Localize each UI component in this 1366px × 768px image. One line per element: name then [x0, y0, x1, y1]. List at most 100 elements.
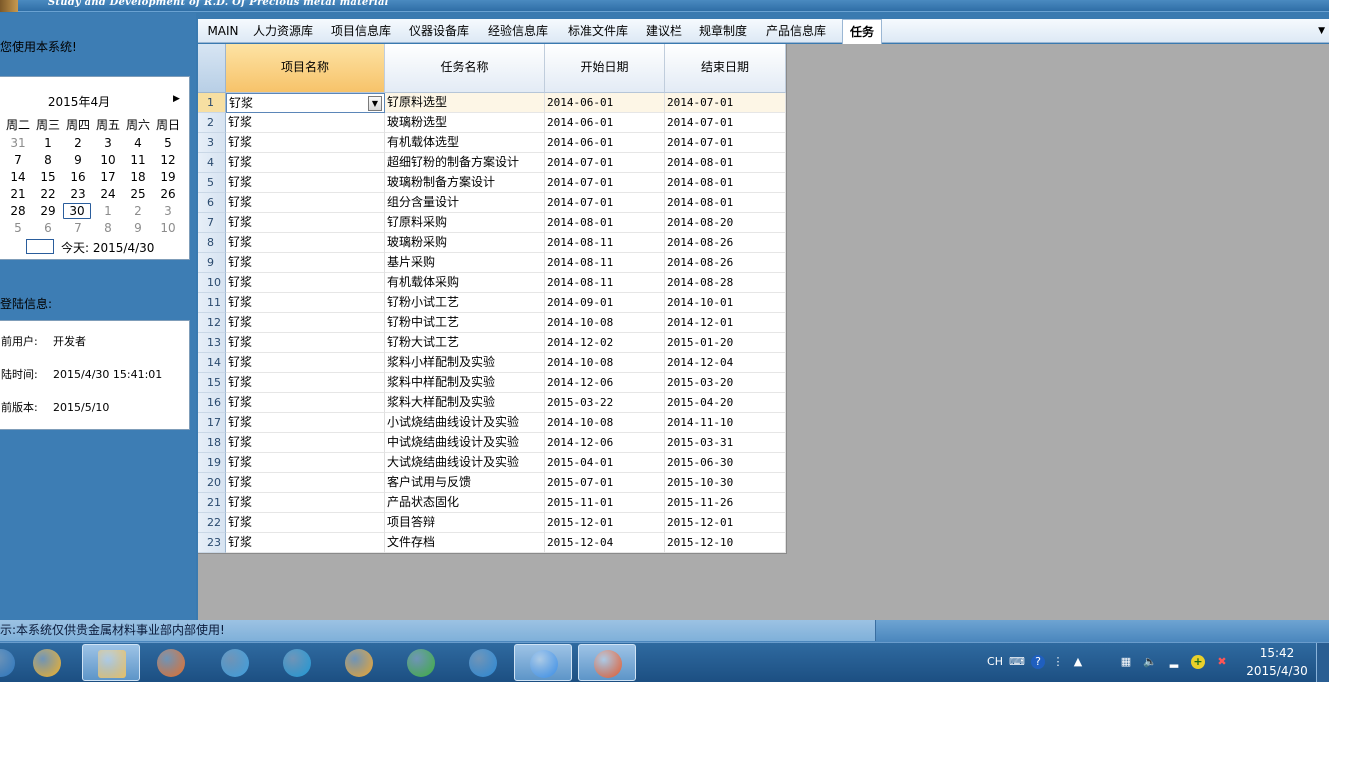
table-cell[interactable]: 2014-08-01 — [665, 153, 786, 173]
table-cell[interactable]: 2014-07-01 — [545, 193, 665, 213]
table-cell[interactable]: 2015-12-04 — [545, 533, 665, 553]
table-cell[interactable]: 浆料中样配制及实验 — [385, 373, 545, 393]
table-row[interactable]: 11 钌浆 钌粉小试工艺 2014-09-01 2014-10-01 — [198, 293, 786, 313]
column-header[interactable]: 项目名称 — [226, 44, 385, 93]
calendar-day[interactable]: 10 — [93, 152, 123, 169]
table-cell[interactable]: 产品状态固化 — [385, 493, 545, 513]
table-row[interactable]: 16 钌浆 浆料大样配制及实验 2015-03-22 2015-04-20 — [198, 393, 786, 413]
table-cell[interactable]: 钌浆 ▼ — [226, 93, 385, 113]
table-cell[interactable]: 2015-12-01 — [665, 513, 786, 533]
table-cell[interactable]: 2015-04-20 — [665, 393, 786, 413]
signal-icon[interactable]: ▂ — [1167, 655, 1181, 669]
dropdown-arrow-icon[interactable]: ▼ — [368, 96, 382, 111]
table-cell[interactable]: 2015-03-31 — [665, 433, 786, 453]
table-cell[interactable]: 钌浆 — [226, 473, 385, 493]
calendar-day[interactable]: 30 — [63, 203, 91, 219]
calendar-next-month-icon[interactable]: ▶ — [173, 94, 180, 104]
table-cell[interactable]: 组分含量设计 — [385, 193, 545, 213]
row-number[interactable]: 7 — [198, 213, 226, 233]
column-header[interactable]: 开始日期 — [545, 44, 665, 93]
help-icon[interactable]: ? — [1031, 655, 1045, 669]
table-cell[interactable]: 项目答辩 — [385, 513, 545, 533]
calendar-day[interactable]: 3 — [153, 203, 183, 220]
row-number[interactable]: 20 — [198, 473, 226, 493]
row-number[interactable]: 14 — [198, 353, 226, 373]
taskbar-button[interactable] — [454, 644, 512, 681]
calendar-day[interactable]: 10 — [153, 220, 183, 237]
column-header[interactable]: 结束日期 — [665, 44, 786, 93]
table-cell[interactable]: 钌浆 — [226, 233, 385, 253]
row-number[interactable]: 19 — [198, 453, 226, 473]
table-cell[interactable]: 2014-11-10 — [665, 413, 786, 433]
column-header[interactable]: 任务名称 — [385, 44, 545, 93]
calendar-day[interactable]: 9 — [63, 152, 93, 169]
calendar-day[interactable]: 7 — [3, 152, 33, 169]
calendar-day[interactable]: 18 — [123, 169, 153, 186]
network-device-icon[interactable]: ▦ — [1119, 655, 1133, 669]
calendar-day[interactable]: 26 — [153, 186, 183, 203]
table-cell[interactable]: 钌粉大试工艺 — [385, 333, 545, 353]
table-cell[interactable]: 钌浆 — [226, 353, 385, 373]
plus-app-icon[interactable]: + — [1191, 655, 1205, 669]
table-row[interactable]: 21 钌浆 产品状态固化 2015-11-01 2015-11-26 — [198, 493, 786, 513]
calendar-day[interactable]: 16 — [63, 169, 93, 186]
table-cell[interactable]: 2014-07-01 — [545, 153, 665, 173]
table-cell[interactable]: 2014-12-02 — [545, 333, 665, 353]
table-cell[interactable]: 2014-08-01 — [545, 213, 665, 233]
calendar-day[interactable]: 23 — [63, 186, 93, 203]
calendar-day[interactable]: 12 — [153, 152, 183, 169]
table-cell[interactable]: 2014-12-06 — [545, 433, 665, 453]
calendar-day[interactable]: 9 — [123, 220, 153, 237]
calendar-day[interactable]: 31 — [3, 135, 33, 152]
calendar-day[interactable]: 25 — [123, 186, 153, 203]
table-row[interactable]: 10 钌浆 有机载体采购 2014-08-11 2014-08-28 — [198, 273, 786, 293]
table-cell[interactable]: 2015-12-01 — [545, 513, 665, 533]
table-row[interactable]: 14 钌浆 浆料小样配制及实验 2014-10-08 2014-12-04 — [198, 353, 786, 373]
tab-2[interactable]: 项目信息库 — [328, 19, 394, 43]
table-cell[interactable]: 2014-08-20 — [665, 213, 786, 233]
table-cell[interactable]: 2014-07-01 — [665, 133, 786, 153]
table-cell[interactable]: 2014-10-08 — [545, 413, 665, 433]
row-number[interactable]: 15 — [198, 373, 226, 393]
calendar-today-label[interactable]: 今天: 2015/4/30 — [61, 239, 154, 256]
table-row[interactable]: 5 钌浆 玻璃粉制备方案设计 2014-07-01 2014-08-01 — [198, 173, 786, 193]
taskbar-button[interactable] — [268, 644, 326, 681]
table-cell[interactable]: 钌浆 — [226, 293, 385, 313]
tab-9[interactable]: 任务 — [842, 19, 882, 44]
table-row[interactable]: 15 钌浆 浆料中样配制及实验 2014-12-06 2015-03-20 — [198, 373, 786, 393]
table-row[interactable]: 6 钌浆 组分含量设计 2014-07-01 2014-08-01 — [198, 193, 786, 213]
table-row[interactable]: 17 钌浆 小试烧结曲线设计及实验 2014-10-08 2014-11-10 — [198, 413, 786, 433]
row-number[interactable]: 18 — [198, 433, 226, 453]
table-cell[interactable]: 2014-06-01 — [545, 133, 665, 153]
calendar-day[interactable]: 15 — [33, 169, 63, 186]
table-cell[interactable]: 2014-07-01 — [665, 93, 786, 113]
table-cell[interactable]: 小试烧结曲线设计及实验 — [385, 413, 545, 433]
calendar-day[interactable]: 8 — [93, 220, 123, 237]
row-number[interactable]: 1 — [198, 93, 226, 113]
table-cell[interactable]: 钌原料采购 — [385, 213, 545, 233]
taskbar-button[interactable] — [18, 644, 76, 681]
tab-6[interactable]: 建议栏 — [644, 19, 684, 43]
row-number[interactable]: 5 — [198, 173, 226, 193]
taskbar-button[interactable] — [142, 644, 200, 681]
row-number[interactable]: 10 — [198, 273, 226, 293]
table-cell[interactable]: 2015-07-01 — [545, 473, 665, 493]
row-number[interactable]: 3 — [198, 133, 226, 153]
table-row[interactable]: 4 钌浆 超细钌粉的制备方案设计 2014-07-01 2014-08-01 — [198, 153, 786, 173]
calendar-day[interactable]: 5 — [3, 220, 33, 237]
table-cell[interactable]: 2014-08-11 — [545, 253, 665, 273]
tab-1[interactable]: 人力资源库 — [250, 19, 316, 43]
calendar-day[interactable]: 2 — [63, 135, 93, 152]
table-cell[interactable]: 客户试用与反馈 — [385, 473, 545, 493]
table-row[interactable]: 18 钌浆 中试烧结曲线设计及实验 2014-12-06 2015-03-31 — [198, 433, 786, 453]
calendar-day[interactable]: 19 — [153, 169, 183, 186]
table-cell[interactable]: 大试烧结曲线设计及实验 — [385, 453, 545, 473]
table-cell[interactable]: 2015-04-01 — [545, 453, 665, 473]
row-number[interactable]: 22 — [198, 513, 226, 533]
row-number[interactable]: 23 — [198, 533, 226, 553]
calendar-day[interactable]: 6 — [33, 220, 63, 237]
table-cell[interactable]: 钌粉中试工艺 — [385, 313, 545, 333]
show-desktop-button[interactable] — [1316, 643, 1329, 682]
table-cell[interactable]: 钌浆 — [226, 533, 385, 553]
table-cell[interactable]: 钌浆 — [226, 133, 385, 153]
